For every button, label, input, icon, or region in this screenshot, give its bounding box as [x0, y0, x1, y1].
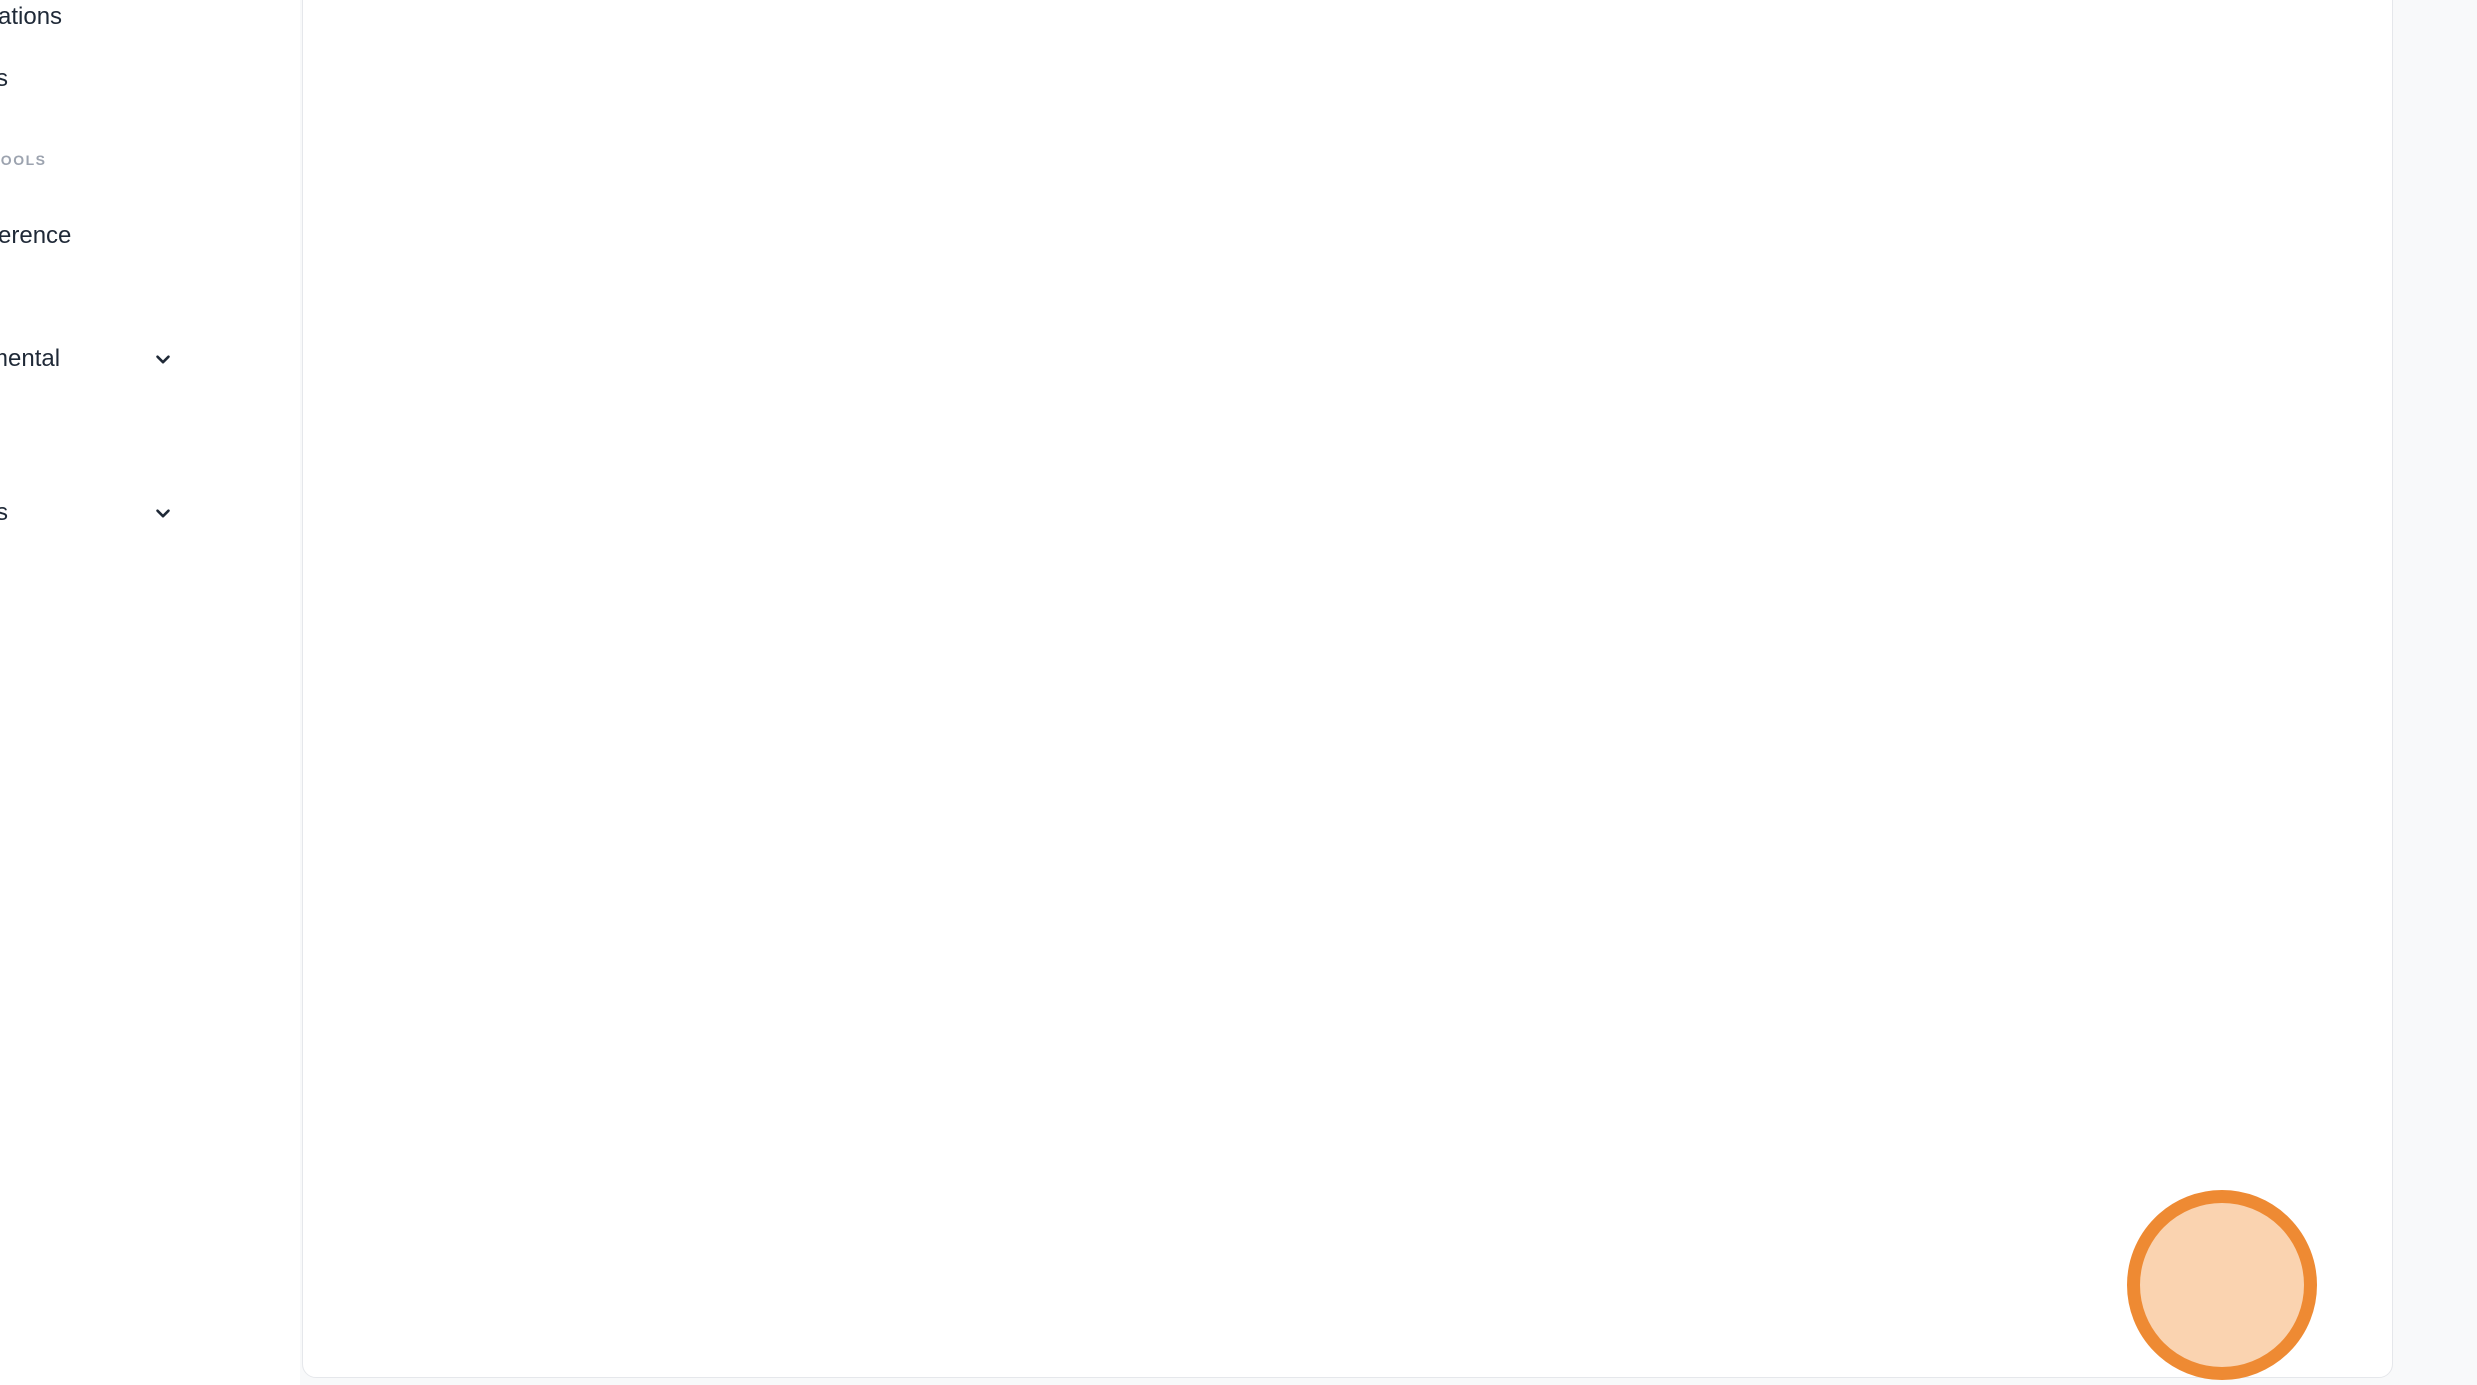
- sidebar-item-1[interactable]: s: [0, 65, 8, 93]
- chevron-down-icon: [152, 502, 174, 524]
- sidebar-item-settings[interactable]: s: [0, 499, 8, 527]
- sidebar-section-tools: TOOLS: [0, 152, 46, 168]
- sidebar-item-experimental[interactable]: mental: [0, 345, 60, 373]
- sidebar-item-organizations[interactable]: ations: [0, 3, 62, 31]
- sidebar: ations s TOOLS erence mental s: [0, 0, 300, 1385]
- chevron-down-icon: [152, 348, 174, 370]
- sidebar-item-reference[interactable]: erence: [0, 222, 71, 250]
- add-model-form-card: [302, 0, 2393, 1378]
